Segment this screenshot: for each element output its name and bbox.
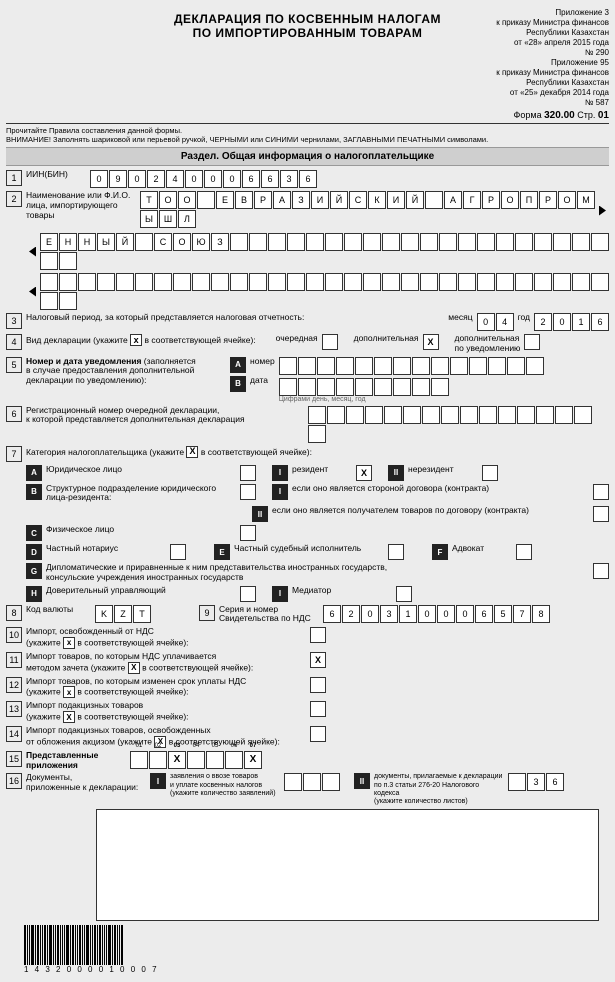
- row-num-10: 10: [6, 627, 22, 643]
- chk-A[interactable]: [240, 465, 256, 481]
- chk-13[interactable]: [310, 701, 326, 717]
- category-label: Категория налогоплательщика (укажите X в…: [26, 446, 312, 458]
- row-num-2: 2: [6, 191, 22, 207]
- cat-H: H: [26, 586, 42, 602]
- chk-14[interactable]: [310, 726, 326, 742]
- iin-label: ИИН(БИН): [26, 170, 86, 180]
- cat-BII: II: [252, 506, 268, 522]
- row-num-4: 4: [6, 334, 22, 350]
- chk-11[interactable]: X: [310, 652, 326, 668]
- opt-dopolnitelnaya: дополнительная: [354, 334, 419, 344]
- regnum-cells[interactable]: [308, 406, 609, 443]
- name-label: Наименование или Ф.И.О.лица, импортирующ…: [26, 191, 136, 220]
- row-num-15: 15: [6, 751, 22, 767]
- chk-mediator[interactable]: [396, 586, 412, 602]
- row-num-5: 5: [6, 357, 22, 373]
- year-cells[interactable]: 2016: [534, 313, 609, 331]
- chk-G[interactable]: [593, 563, 609, 579]
- doc-I-cells[interactable]: [284, 773, 340, 791]
- doc-I: I: [150, 773, 166, 789]
- doc-II: II: [354, 773, 370, 789]
- month-cells[interactable]: 04: [477, 313, 514, 331]
- row-num-8: 8: [6, 605, 22, 621]
- chk-BII[interactable]: [593, 506, 609, 522]
- chk-BI[interactable]: [593, 484, 609, 500]
- chk-nonresident[interactable]: [482, 465, 498, 481]
- notice-number[interactable]: [279, 357, 609, 375]
- row-num-7: 7: [6, 446, 22, 462]
- opt-ocherednaya: очередная: [276, 334, 318, 344]
- cat-BI: I: [272, 484, 288, 500]
- cat-A: A: [26, 465, 42, 481]
- decl-type-label: Вид декларации (укажите x в соответствую…: [26, 334, 256, 346]
- chk-12[interactable]: [310, 677, 326, 693]
- arrow-left-icon: [26, 287, 36, 297]
- section-title: Раздел. Общая информация о налогоплатель…: [6, 147, 609, 166]
- chk-E[interactable]: [388, 544, 404, 560]
- chk-ocherednaya[interactable]: [322, 334, 338, 350]
- cat-I: I: [272, 465, 288, 481]
- name-line2[interactable]: ЕННЫЙСОЮЗ: [40, 233, 609, 270]
- currency-cells[interactable]: KZT: [95, 605, 151, 623]
- cat-G: G: [26, 563, 42, 579]
- notice-label: Номер и дата уведомления (заполняется в …: [26, 357, 226, 386]
- row-num-1: 1: [6, 170, 22, 186]
- row-num-9: 9: [199, 605, 215, 621]
- barcode-text: 1 4 3 2 0 0 0 0 1 0 0 0 7: [24, 965, 609, 974]
- chk-F[interactable]: [516, 544, 532, 560]
- row-num-14: 14: [6, 726, 22, 742]
- iin-cells[interactable]: 090240006636: [90, 170, 317, 188]
- chk-D[interactable]: [170, 544, 186, 560]
- name-line3[interactable]: [40, 273, 609, 310]
- row-num-11: 11: [6, 652, 22, 668]
- row-num-6: 6: [6, 406, 22, 422]
- row-num-3: 3: [6, 313, 22, 329]
- cat-D: D: [26, 544, 42, 560]
- row-num-13: 13: [6, 701, 22, 717]
- opt-po-uvedomleniyu: дополнительнаяпо уведомлению: [455, 334, 521, 354]
- chk-H[interactable]: [240, 586, 256, 602]
- period-label: Налоговый период, за который представляе…: [26, 313, 444, 323]
- year-label: год: [518, 313, 530, 323]
- notice-date[interactable]: [279, 378, 609, 396]
- attachments-cells[interactable]: 0102X03040506X07: [130, 751, 262, 769]
- chk-C[interactable]: [240, 525, 256, 541]
- nds-cert-cells[interactable]: 620310006578: [323, 605, 550, 623]
- row-num-16: 16: [6, 773, 22, 789]
- name-line1[interactable]: ТООЕВРАЗИЙСКИЙАГРОПРОМЫШЛ: [140, 191, 595, 228]
- cat-II: II: [388, 465, 404, 481]
- cat-Im: I: [272, 586, 288, 602]
- signature-box: [96, 809, 599, 921]
- chk-po-uvedomleniyu[interactable]: [524, 334, 540, 350]
- barcode: [24, 925, 609, 965]
- regnum-label: Регистрационный номер очередной декларац…: [26, 406, 304, 426]
- sub-B: B: [230, 376, 246, 392]
- chk-B[interactable]: [240, 484, 256, 500]
- chk-resident[interactable]: X: [356, 465, 372, 481]
- arrow-icon: [599, 206, 609, 216]
- cat-E: E: [214, 544, 230, 560]
- sub-A: A: [230, 357, 246, 373]
- chk-dopolnitelnaya[interactable]: X: [423, 334, 439, 350]
- arrow-left-icon: [26, 247, 36, 257]
- doc-II-cells[interactable]: 36: [508, 773, 564, 791]
- chk-10[interactable]: [310, 627, 326, 643]
- row-num-12: 12: [6, 677, 22, 693]
- cat-C: C: [26, 525, 42, 541]
- cat-B: B: [26, 484, 42, 500]
- cat-F: F: [432, 544, 448, 560]
- instructions: Прочитайте Правила составления данной фо…: [6, 126, 609, 144]
- month-label: месяц: [448, 313, 472, 323]
- doc-title: ДЕКЛАРАЦИЯ ПО КОСВЕННЫМ НАЛОГАМ ПО ИМПОР…: [0, 12, 615, 41]
- form-code: Форма 320.00 Стр. 01: [6, 110, 609, 121]
